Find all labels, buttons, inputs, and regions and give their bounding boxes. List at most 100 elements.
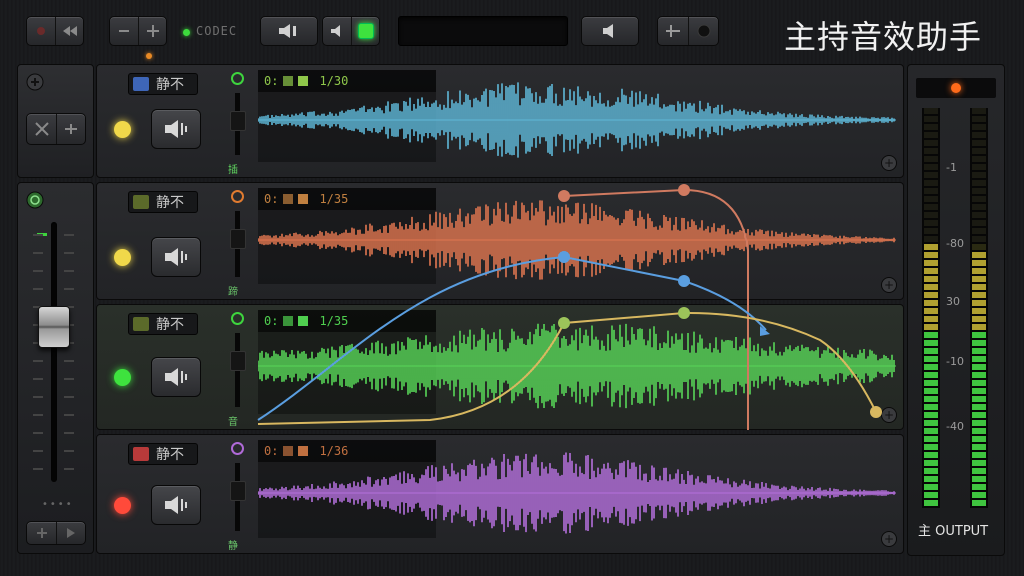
meter-segment xyxy=(972,420,986,426)
plus-icon[interactable] xyxy=(27,522,56,544)
meter-segment xyxy=(972,428,986,434)
track-gain-slider[interactable] xyxy=(230,463,246,531)
meter-segment xyxy=(924,300,938,306)
track-speaker-button[interactable] xyxy=(151,357,201,397)
mute-button[interactable]: 静不 xyxy=(128,443,198,465)
track-speaker-button[interactable] xyxy=(151,109,201,149)
plus-icon[interactable]: + xyxy=(881,531,897,547)
meter-segment xyxy=(924,348,938,354)
track-gain-slider[interactable] xyxy=(230,93,246,155)
master-fader-knob[interactable] xyxy=(38,306,70,348)
clip-info: 0: 1/35 xyxy=(258,310,436,332)
fader-tick xyxy=(64,252,74,254)
fader-nudge-buttons[interactable] xyxy=(26,521,86,545)
track-gain-knob[interactable] xyxy=(230,229,246,249)
minus-icon[interactable] xyxy=(110,17,138,45)
zoom-buttons[interactable] xyxy=(109,16,167,46)
meter-segment xyxy=(972,444,986,450)
input-ring-icon[interactable] xyxy=(231,72,244,85)
track-speaker-button[interactable] xyxy=(151,485,201,525)
meter-segment xyxy=(972,436,986,442)
clip-info: 0: 1/36 xyxy=(258,440,436,462)
meter-segment xyxy=(972,412,986,418)
transport-buttons[interactable] xyxy=(26,16,84,46)
routing-switch[interactable] xyxy=(688,17,718,45)
meter-segment xyxy=(924,268,938,274)
meter-segment xyxy=(924,356,938,362)
meter-scale-label: -40 xyxy=(946,420,964,433)
meter-segment xyxy=(924,140,938,146)
monitor-toggle[interactable] xyxy=(322,16,380,46)
plus-icon[interactable]: + xyxy=(881,155,897,171)
meter-segment xyxy=(924,444,938,450)
play-icon[interactable] xyxy=(56,522,85,544)
mute-button[interactable]: 静不 xyxy=(128,313,198,335)
meter-segment xyxy=(972,164,986,170)
meter-segment xyxy=(972,244,986,250)
clip-marker xyxy=(298,76,309,86)
volume-button[interactable] xyxy=(581,16,639,46)
track-color-swatch xyxy=(133,195,149,209)
routing-toggle[interactable] xyxy=(657,16,719,46)
meter-segment xyxy=(972,180,986,186)
meter-segment xyxy=(924,116,938,122)
meter-segment xyxy=(972,228,986,234)
meter-segment xyxy=(972,388,986,394)
meter-segment xyxy=(924,500,938,506)
meter-segment xyxy=(972,212,986,218)
rewind-icon[interactable] xyxy=(55,17,83,45)
track-gain-slider[interactable] xyxy=(230,211,246,277)
meter-scale-label: 30 xyxy=(946,295,960,308)
track-gain-knob[interactable] xyxy=(230,481,246,501)
input-ring-icon[interactable] xyxy=(231,312,244,325)
power-icon[interactable] xyxy=(26,191,44,209)
split-icon[interactable] xyxy=(138,17,166,45)
add-icon[interactable] xyxy=(26,73,44,91)
speaker-icon xyxy=(165,368,187,386)
track-gain-knob[interactable] xyxy=(230,351,246,371)
meter-segment xyxy=(972,252,986,258)
track-status-led xyxy=(114,497,131,514)
clip-time: 0: xyxy=(264,74,279,88)
meter-segment xyxy=(924,284,938,290)
plus-icon[interactable]: + xyxy=(881,407,897,423)
fader-tick xyxy=(64,270,74,272)
mute-label: 静不 xyxy=(156,317,184,333)
fader-tick xyxy=(64,378,74,380)
cut-icon[interactable] xyxy=(27,114,56,144)
plus-icon[interactable]: + xyxy=(881,277,897,293)
meter-segment xyxy=(972,372,986,378)
fader-dots: •••• xyxy=(42,499,74,510)
master-fader-track[interactable] xyxy=(51,222,57,482)
input-ring-icon[interactable] xyxy=(231,442,244,455)
meter-segment xyxy=(924,364,938,370)
meter-segment xyxy=(972,220,986,226)
mute-button[interactable]: 静不 xyxy=(128,73,198,95)
codec-label: CODEC xyxy=(196,24,238,38)
track-status-led xyxy=(114,369,131,386)
track-speaker-button[interactable] xyxy=(151,237,201,277)
meter-segment xyxy=(972,268,986,274)
meter-segment xyxy=(924,476,938,482)
monitor-on-indicator[interactable] xyxy=(351,17,379,45)
meter-segment xyxy=(972,316,986,322)
track-gain-slider[interactable] xyxy=(230,333,246,407)
meter-segment xyxy=(924,484,938,490)
fader-tick xyxy=(33,360,43,362)
meter-segment xyxy=(972,308,986,314)
clip-length: 1/36 xyxy=(319,444,349,458)
clip-marker xyxy=(283,76,294,86)
fader-tick xyxy=(33,468,43,470)
input-ring-icon[interactable] xyxy=(231,190,244,203)
codec-led xyxy=(183,29,190,36)
track-gain-knob[interactable] xyxy=(230,111,246,131)
meter-segment xyxy=(924,372,938,378)
join-icon[interactable] xyxy=(56,114,85,144)
meter-segment xyxy=(924,324,938,330)
speaker-icon xyxy=(603,24,613,38)
mute-button[interactable]: 静不 xyxy=(128,191,198,213)
meter-segment xyxy=(924,124,938,130)
edit-tool-buttons[interactable] xyxy=(26,113,86,145)
record-icon[interactable] xyxy=(27,17,55,45)
speaker-mute-button[interactable] xyxy=(260,16,318,46)
